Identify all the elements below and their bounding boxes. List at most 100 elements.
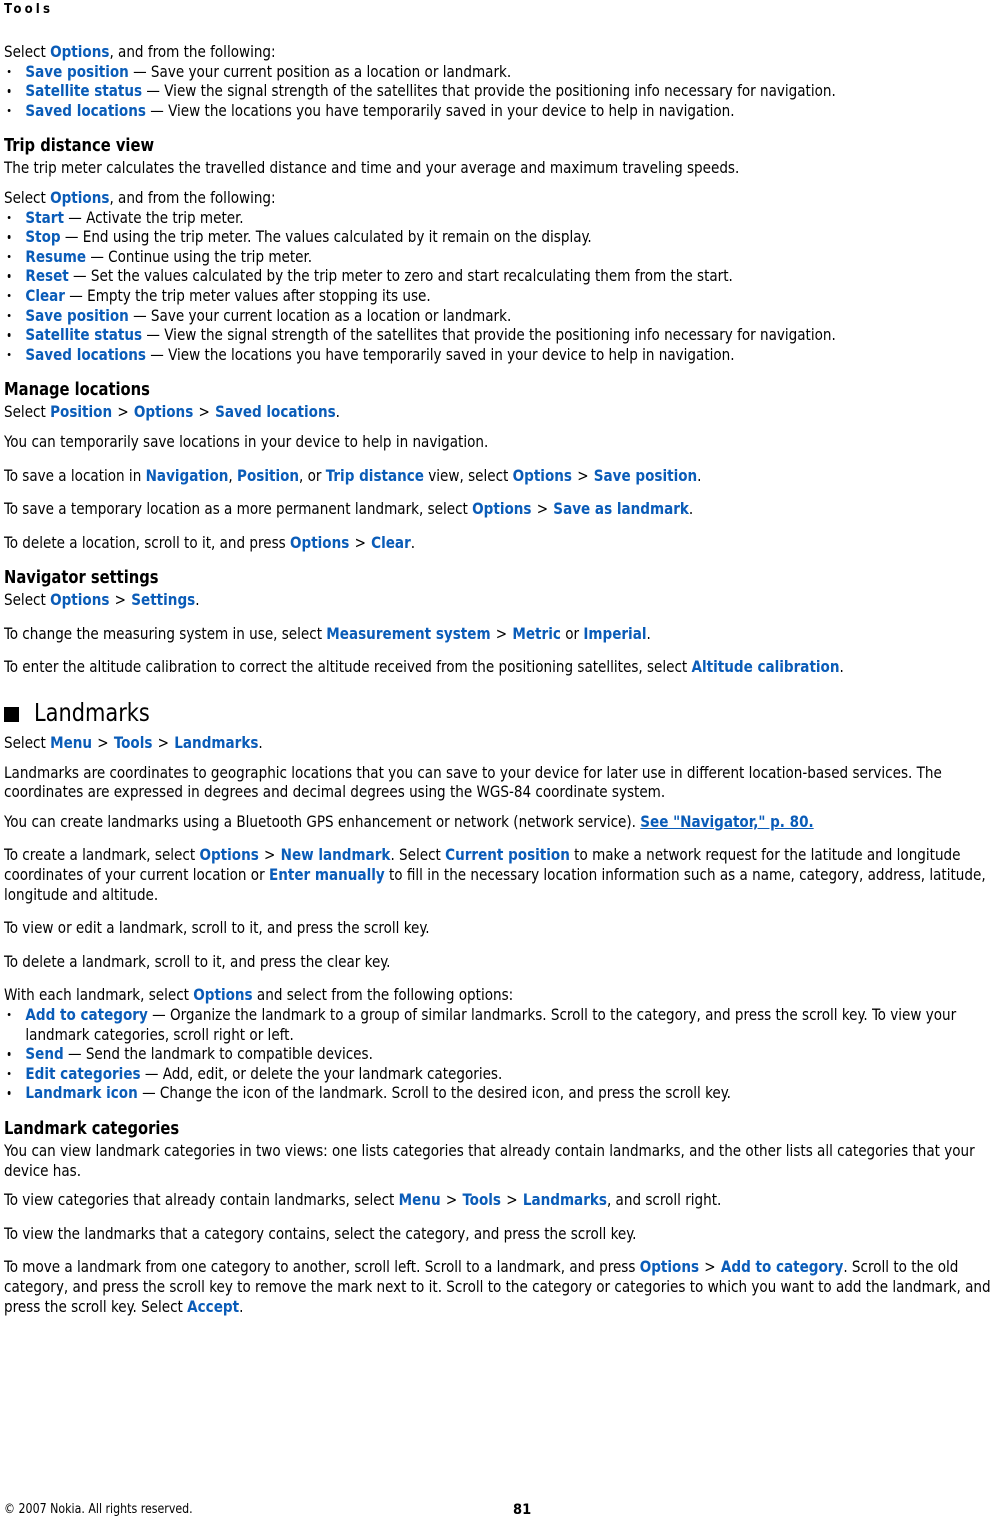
section-heading-trip-distance-view: Trip distance view — [4, 136, 155, 157]
option-term: Satellite status — [25, 325, 143, 345]
text-fragment: To view categories that already contain … — [4, 1190, 399, 1210]
intro-post: , and from the following: — [109, 187, 276, 207]
square-bullet-icon — [4, 706, 19, 722]
bullet-dot-icon — [7, 235, 11, 239]
bullet-dot-icon — [7, 254, 11, 259]
text-fragment: To save a temporary location as a more p… — [4, 499, 473, 519]
bullet-dot-icon — [7, 108, 11, 113]
ui-term-measurement-system: Measurement system — [326, 623, 491, 643]
landmarks-p5: To delete a landmark, scroll to it, and … — [4, 951, 391, 971]
ui-term-save-as-landmark: Save as landmark — [553, 499, 689, 519]
navigator-settings-p1: To change the measuring system in use, s… — [4, 624, 999, 644]
option-desc: — View the locations you have temporaril… — [150, 344, 735, 364]
landmarks-p1: Landmarks are coordinates to geographic … — [4, 762, 942, 802]
ui-term-trip-distance: Trip distance — [325, 465, 424, 485]
ui-term-settings: Settings — [131, 590, 196, 610]
ui-term-altitude-calibration: Altitude calibration — [691, 657, 840, 677]
option-desc: — Continue using the trip meter. — [90, 246, 313, 266]
ui-term-options: Options — [472, 499, 532, 519]
option-term: Landmark icon — [25, 1083, 138, 1103]
path-pre: Select — [4, 402, 51, 422]
path-separator: > — [114, 590, 127, 610]
ui-term-new-landmark: New landmark — [280, 845, 391, 865]
option-desc: — Save your current position as a locati… — [133, 61, 512, 81]
manage-locations-path: Select Position > Options > Saved locati… — [4, 402, 999, 422]
path-post: . — [335, 402, 340, 422]
ui-term-metric: Metric — [512, 623, 561, 643]
position-view-option-list: Save position — Save your current positi… — [4, 62, 999, 121]
path-separator: > — [704, 1257, 716, 1277]
section-heading-landmark-categories: Landmark categories — [4, 1118, 180, 1139]
ui-term-options: Options — [289, 532, 350, 552]
option-desc: — Save your current location as a locati… — [133, 305, 512, 325]
section-heading-navigator-settings: Navigator settings — [4, 568, 159, 589]
option-term: Saved locations — [25, 344, 146, 364]
navigator-settings-p2: To enter the altitude calibration to cor… — [4, 657, 999, 677]
ui-term-options: Options — [199, 845, 259, 865]
option-term: Save position — [25, 305, 129, 325]
ui-term-accept: Accept — [187, 1296, 240, 1316]
trip-distance-intro: Select Options, and from the following: — [4, 188, 999, 208]
option-term: Reset — [25, 266, 69, 286]
text-fragment: . Select — [390, 845, 446, 865]
option-desc: — Set the values calculated by the trip … — [73, 266, 733, 286]
text-fragment: You can create landmarks using a Bluetoo… — [4, 811, 641, 831]
ui-term-menu: Menu — [50, 733, 93, 753]
ui-term-tools: Tools — [462, 1190, 502, 1210]
list-item: Save position — Save your current positi… — [4, 62, 988, 82]
text-fragment: . — [646, 623, 651, 643]
ui-term-options: Options — [50, 590, 110, 610]
list-item: Edit categories — Add, edit, or delete t… — [4, 1064, 988, 1084]
list-item: Start — Activate the trip meter. — [4, 208, 988, 228]
path-separator: > — [354, 532, 366, 552]
list-item: Saved locations — View the locations you… — [4, 345, 988, 365]
ui-term-add-to-category: Add to category — [720, 1257, 844, 1277]
option-term: Satellite status — [25, 81, 143, 101]
ui-term-menu: Menu — [398, 1190, 441, 1210]
trip-distance-body: The trip meter calculates the travelled … — [4, 158, 740, 178]
landmark-categories-p4: To move a landmark from one category to … — [4, 1257, 999, 1316]
path-post: . — [195, 590, 200, 610]
text-fragment: To change the measuring system in use, s… — [4, 623, 327, 643]
ui-term-tools: Tools — [113, 733, 153, 753]
page-content: Tools Select Options, and from the follo… — [4, 0, 999, 1316]
text-fragment: and select from the following options: — [252, 985, 514, 1005]
path-separator: > — [157, 733, 170, 753]
ui-term-position: Position — [237, 465, 300, 485]
landmarks-path: Select Menu > Tools > Landmarks. — [4, 733, 999, 753]
option-term: Stop — [25, 227, 61, 247]
option-desc: — Empty the trip meter values after stop… — [69, 285, 431, 305]
bullet-dot-icon — [7, 274, 11, 278]
option-term: Add to category — [25, 1005, 148, 1024]
intro-pre: Select — [4, 187, 51, 207]
text-fragment: . — [697, 465, 702, 485]
option-desc: — View the signal strength of the satell… — [146, 325, 836, 345]
manage-locations-p4: To delete a location, scroll to it, and … — [4, 533, 999, 553]
bullet-dot-icon — [7, 1071, 11, 1076]
path-pre: Select — [4, 590, 51, 610]
cross-reference-link-navigator[interactable]: See "Navigator," p. 80. — [640, 812, 813, 831]
text-fragment: . — [688, 499, 694, 519]
landmarks-p2: You can create landmarks using a Bluetoo… — [4, 812, 999, 832]
path-separator: > — [264, 845, 276, 865]
section-heading-manage-locations: Manage locations — [4, 380, 150, 401]
document-page: Tools Select Options, and from the follo… — [0, 0, 1003, 1534]
ui-term-options: Options — [512, 465, 572, 485]
path-pre: Select — [4, 733, 51, 753]
option-term: Send — [25, 1044, 64, 1064]
ui-term-clear: Clear — [371, 532, 411, 552]
path-separator: > — [198, 402, 210, 422]
ui-term-options: Options — [50, 42, 110, 61]
page-footer: © 2007 Nokia. All rights reserved. 81 — [4, 1502, 999, 1520]
option-term: Clear — [25, 285, 65, 305]
page-number: 81 — [513, 1502, 532, 1518]
list-item: Saved locations — View the locations you… — [4, 101, 988, 121]
navigator-settings-path: Select Options > Settings. — [4, 590, 999, 610]
